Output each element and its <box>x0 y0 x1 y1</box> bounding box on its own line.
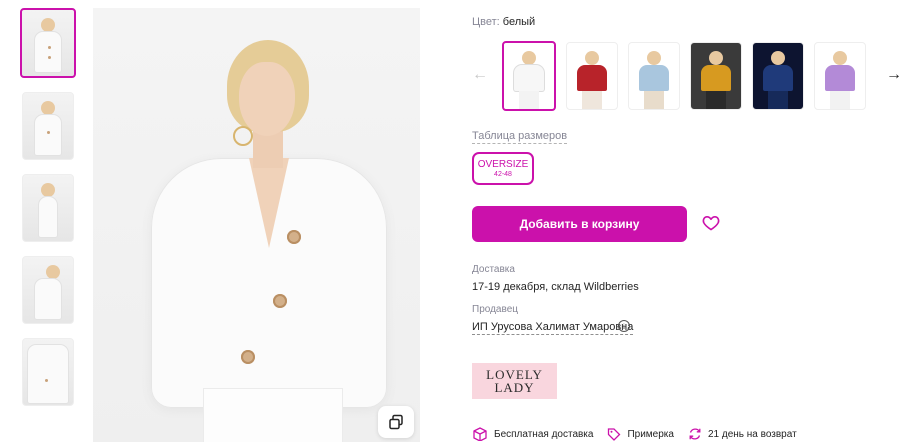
color-option-navy[interactable] <box>752 42 804 110</box>
color-label: Цвет: белый <box>472 16 536 28</box>
info-icon[interactable]: i <box>618 320 630 332</box>
color-option-white[interactable] <box>502 41 556 111</box>
size-table-link[interactable]: Таблица размеров <box>472 130 568 144</box>
color-option-lilac[interactable] <box>814 42 866 110</box>
copy-button[interactable] <box>378 406 414 438</box>
thumbnail-list <box>20 8 78 420</box>
brand-logo[interactable]: LOVELY LADY <box>472 363 557 399</box>
add-to-cart-button[interactable]: Добавить в корзину <box>472 206 687 242</box>
box-icon <box>473 427 487 441</box>
return-icon <box>689 428 701 440</box>
seller-label: Продавец <box>472 304 518 315</box>
thumbnail-4[interactable] <box>22 256 74 324</box>
size-option-oversize[interactable]: OVERSIZE 42-48 <box>472 152 534 185</box>
color-option-red[interactable] <box>566 42 618 110</box>
heart-icon <box>702 216 720 231</box>
color-value: белый <box>502 16 536 28</box>
color-option-mustard[interactable] <box>690 42 742 110</box>
seller-link[interactable]: ИП Урусова Халимат Умаровна <box>472 321 634 335</box>
delivery-label: Доставка <box>472 264 515 275</box>
thumbnail-5[interactable] <box>22 338 74 406</box>
delivery-value: 17-19 декабря, склад Wildberries <box>472 281 639 293</box>
feature-free-delivery: Бесплатная доставка <box>472 427 593 441</box>
model-face <box>239 62 295 136</box>
thumbnail-2[interactable] <box>22 92 74 160</box>
feature-try-on: Примерка <box>607 427 674 441</box>
main-product-image[interactable] <box>93 8 420 442</box>
color-options <box>502 41 866 111</box>
favorite-button[interactable] <box>700 212 722 234</box>
color-option-light-blue[interactable] <box>628 42 680 110</box>
thumbnail-1[interactable] <box>20 8 76 78</box>
copy-icon <box>389 414 403 430</box>
tag-icon <box>608 428 621 441</box>
thumbnail-3[interactable] <box>22 174 74 242</box>
feature-list: Бесплатная доставка Примерка 21 день на … <box>472 427 811 441</box>
arrow-left-icon[interactable]: ← <box>472 66 488 84</box>
arrow-right-icon[interactable]: → <box>886 66 900 84</box>
feature-return: 21 день на возврат <box>688 427 797 441</box>
